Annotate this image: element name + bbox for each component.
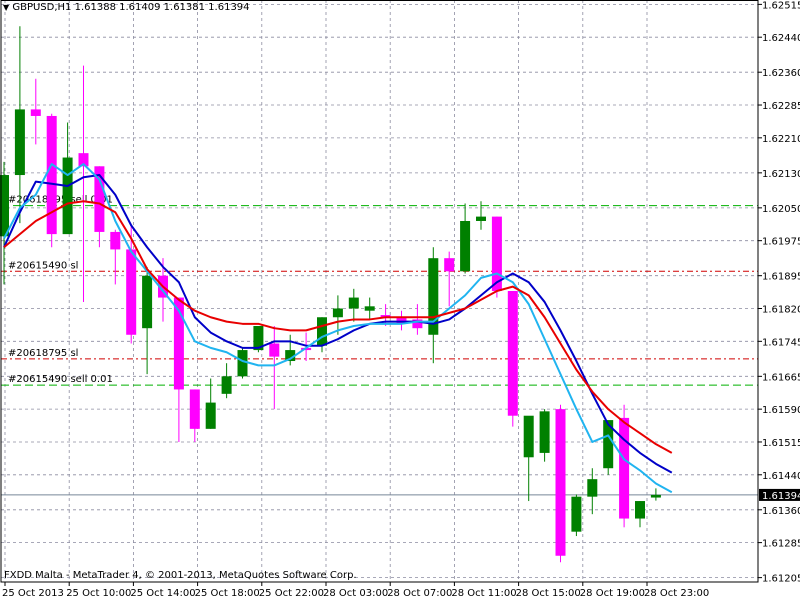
candles: [0, 26, 661, 563]
candle-body: [555, 409, 566, 556]
order-line-label: #20615490 sl: [8, 260, 78, 271]
candle: [30, 78, 41, 145]
candle: [539, 409, 550, 462]
x-tick-label: 25 Oct 2013: [2, 588, 64, 599]
x-tick-label: 28 Oct 23:00: [644, 588, 709, 599]
chart-window[interactable]: #20618795 sell 0.01 #20615490 sl #20618795…: [0, 0, 800, 600]
y-tick-label: 1.61515: [762, 438, 800, 449]
x-tick-label: 28 Oct 03:00: [323, 588, 388, 599]
candle-body: [650, 494, 661, 498]
copyright-text: FXDD Malta - MetaTrader 4, © 2001-2013, …: [4, 570, 357, 581]
candle: [571, 494, 582, 537]
candle-body: [46, 115, 57, 235]
y-tick-label: 1.61895: [762, 272, 800, 283]
candle: [523, 415, 534, 502]
y-tick-label: 1.61665: [762, 372, 800, 383]
price-chart[interactable]: #20618795 sell 0.01#20615490 sl#20618795…: [0, 0, 800, 600]
y-tick-label: 1.61820: [762, 305, 800, 316]
y-tick-label: 1.61590: [762, 405, 800, 416]
candle-body: [635, 501, 645, 519]
candle: [142, 266, 153, 375]
chart-title: GBPUSD,H1 1.61388 1.61409 1.61381 1.6139…: [12, 2, 250, 13]
candle-body: [317, 317, 327, 346]
chart-header: ▼ GBPUSD,H1 1.61388 1.61409 1.61381 1.61…: [3, 2, 250, 13]
candle: [444, 251, 455, 307]
candle-body: [332, 308, 343, 318]
candle: [62, 122, 73, 235]
x-tick-label: 28 Oct 15:00: [516, 588, 581, 599]
x-tick-label: 25 Oct 18:00: [195, 588, 260, 599]
candle: [269, 326, 280, 410]
candle: [110, 229, 121, 285]
candle-body: [619, 417, 630, 519]
candle-body: [476, 216, 486, 221]
candle-body: [460, 220, 471, 272]
order-lines: #20618795 sell 0.01#20615490 sl#20618795…: [1, 195, 758, 386]
candle: [412, 304, 423, 335]
y-tick-label: 1.61440: [762, 471, 800, 482]
y-tick-label: 1.62285: [762, 101, 800, 112]
candle-body: [189, 389, 200, 429]
candle-body: [126, 249, 137, 335]
candle: [237, 347, 248, 379]
candle: [428, 247, 439, 364]
candle: [78, 65, 89, 302]
candle: [14, 26, 25, 224]
x-tick-label: 25 Oct 22:00: [259, 588, 324, 599]
candle: [46, 113, 57, 248]
candle-body: [30, 109, 41, 116]
candle: [635, 501, 645, 528]
x-tick-label: 28 Oct 19:00: [580, 588, 645, 599]
candle-body: [14, 109, 25, 176]
candle-body: [523, 415, 534, 458]
candle-body: [110, 231, 121, 250]
order-line-label: #20615490 sell 0.01: [8, 374, 113, 385]
candle: [221, 363, 232, 399]
candle: [507, 291, 518, 427]
y-tick-label: 1.62130: [762, 169, 800, 180]
y-tick-label: 1.62515: [762, 0, 800, 11]
candle: [189, 389, 200, 442]
candle-body: [142, 275, 153, 329]
candle-body: [364, 306, 375, 311]
candle: [348, 288, 359, 322]
candle-body: [62, 157, 73, 235]
candle-body: [444, 258, 455, 272]
candle-body: [571, 496, 582, 532]
candle: [205, 378, 216, 429]
x-tick-label: 28 Oct 07:00: [387, 588, 452, 599]
y-tick-label: 1.62360: [762, 68, 800, 79]
y-tick-label: 1.61285: [762, 539, 800, 550]
y-tick-label: 1.62440: [762, 33, 800, 44]
x-tick-label: 25 Oct 10:00: [66, 588, 131, 599]
candle-body: [348, 297, 359, 309]
collapse-arrow-icon[interactable]: ▼: [3, 3, 9, 12]
order-line-label: #20618795 sl: [8, 348, 78, 359]
y-tick-label: 1.62050: [762, 204, 800, 215]
candle-body: [237, 350, 248, 377]
x-tick-label: 28 Oct 11:00: [451, 588, 516, 599]
candle-body: [587, 479, 598, 497]
current-price-text: 1.61394: [762, 491, 800, 502]
current-price-label: 1.61394: [759, 488, 800, 502]
y-tick-label: 1.61360: [762, 506, 800, 517]
candle-body: [507, 291, 518, 416]
candle: [555, 404, 566, 563]
candle: [460, 203, 471, 274]
x-tick-label: 25 Oct 14:00: [130, 588, 195, 599]
y-tick-label: 1.61205: [762, 574, 800, 585]
candle-body: [269, 343, 280, 357]
time-axis[interactable]: 25 Oct 2013 25 Oct 10:0025 Oct 14:0025 Oc…: [2, 582, 709, 599]
y-tick-label: 1.61975: [762, 237, 800, 248]
candle-body: [221, 376, 232, 394]
candle: [364, 297, 375, 320]
y-tick-label: 1.61745: [762, 337, 800, 348]
candle-body: [539, 411, 550, 453]
y-tick-label: 1.62210: [762, 134, 800, 145]
candle-body: [205, 402, 216, 429]
candle: [396, 310, 407, 331]
